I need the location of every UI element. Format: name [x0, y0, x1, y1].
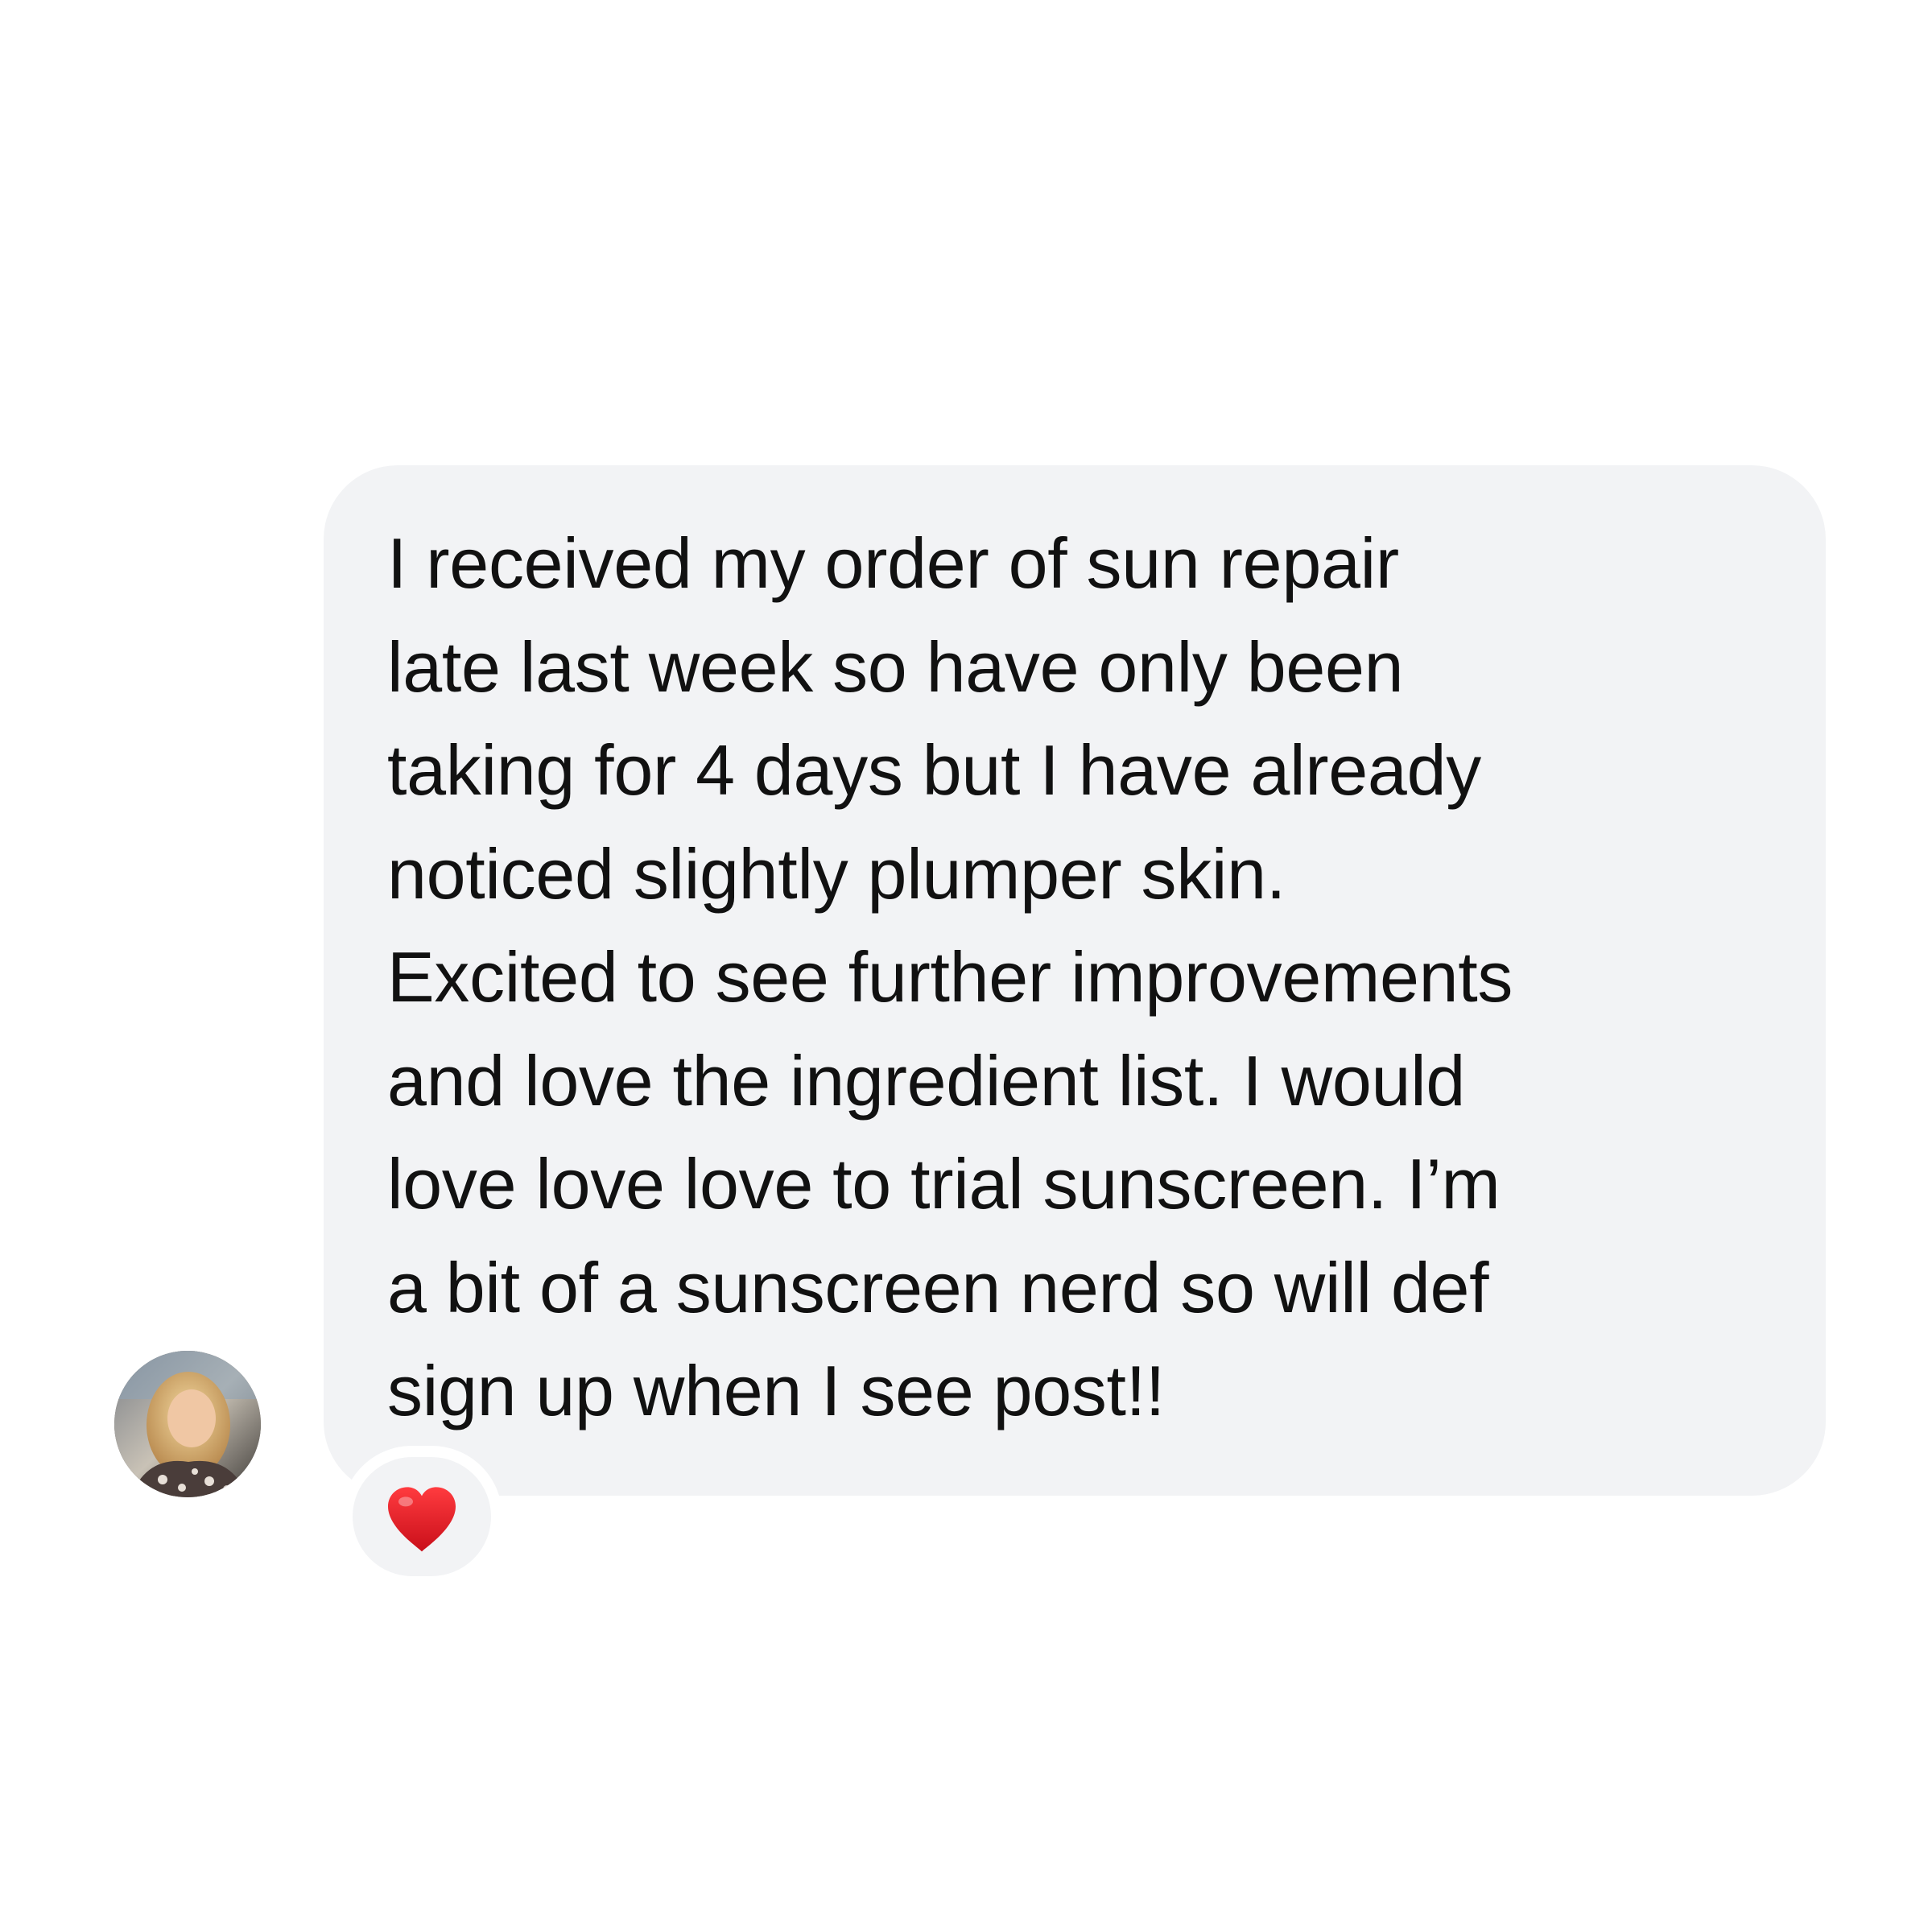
heart-reaction[interactable]	[341, 1446, 502, 1587]
message-thread: I received my order of sun repair late l…	[0, 0, 1932, 1932]
message-line: Excited to see further improvements	[387, 937, 1513, 1017]
message-line: sign up when I see post!!	[387, 1351, 1166, 1430]
message-line: late last week so have only been	[387, 626, 1404, 707]
message-line: noticed slightly plumper skin.	[387, 833, 1286, 914]
message-text: I received my order of sun repair late l…	[387, 512, 1513, 1443]
heart-icon	[388, 1487, 456, 1552]
avatar-photo-icon	[114, 1351, 261, 1497]
message-line: I received my order of sun repair	[387, 523, 1399, 603]
message-line: a bit of a sunscreen nerd so will def	[387, 1247, 1489, 1327]
message-line: and love the ingredient list. I would	[387, 1040, 1466, 1121]
message-line: taking for 4 days but I have already	[387, 730, 1481, 810]
sender-avatar[interactable]	[114, 1351, 261, 1497]
message-line: love love love to trial sunscreen. I’m	[387, 1144, 1501, 1224]
